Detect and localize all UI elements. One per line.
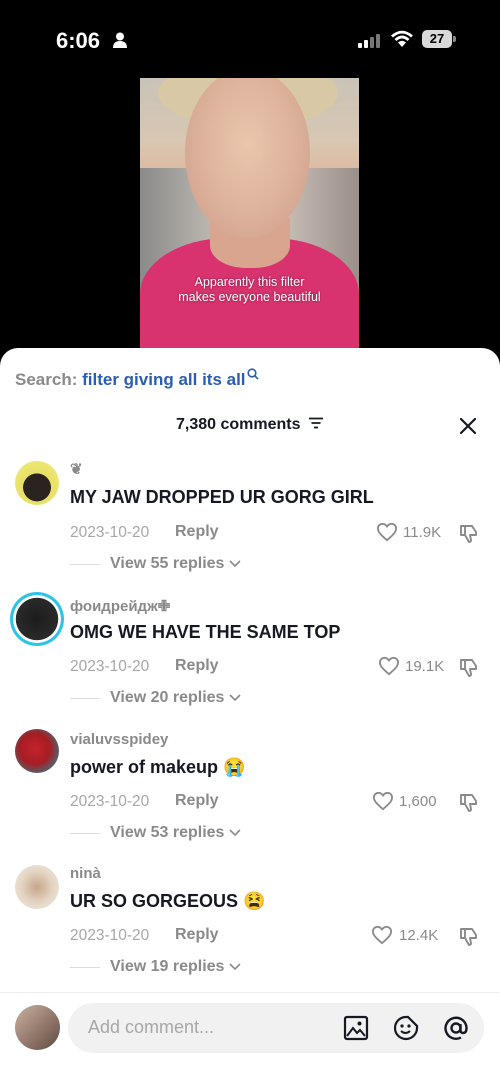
heart-icon[interactable] — [371, 925, 393, 945]
reply-button[interactable]: Reply — [175, 926, 219, 944]
view-replies-button[interactable]: View 55 replies — [110, 555, 241, 573]
view-replies-button[interactable]: View 20 replies — [110, 689, 241, 707]
comment-text: OMG WE HAVE THE SAME TOP — [70, 622, 341, 642]
wifi-icon — [391, 30, 413, 47]
battery-indicator: 27 — [422, 30, 452, 48]
like-count: 1,600 — [399, 793, 437, 810]
chevron-down-icon — [229, 829, 241, 837]
dislike-icon[interactable] — [458, 522, 480, 544]
comments-count: 7,380 comments — [176, 416, 301, 433]
replies-divider — [70, 564, 100, 565]
replies-divider — [70, 698, 100, 699]
heart-icon[interactable] — [376, 522, 398, 542]
reply-button[interactable]: Reply — [175, 523, 219, 541]
avatar[interactable] — [10, 592, 64, 646]
comment-date: 2023-10-20 — [70, 927, 150, 944]
reply-button[interactable]: Reply — [175, 792, 219, 810]
comment-username[interactable]: фоидрейдж✙ — [70, 597, 170, 615]
video-player[interactable]: Apparently this filter makes everyone be… — [140, 78, 359, 363]
comment-date: 2023-10-20 — [70, 793, 150, 810]
comments-header: 7,380 comments — [0, 416, 500, 434]
search-suggestion[interactable]: Search: filter giving all its all — [15, 368, 259, 390]
avatar[interactable] — [15, 729, 59, 773]
view-replies-button[interactable]: View 19 replies — [110, 958, 241, 976]
battery-tip — [453, 36, 456, 42]
comment-text: power of makeup 😭 — [70, 757, 246, 777]
user-avatar — [15, 1005, 60, 1050]
view-replies-label: View 20 replies — [110, 689, 225, 706]
view-replies-label: View 19 replies — [110, 958, 225, 975]
mention-icon[interactable] — [442, 1014, 470, 1042]
comment-text: MY JAW DROPPED UR GORG GIRL — [70, 487, 374, 507]
reply-button[interactable]: Reply — [175, 657, 219, 675]
dislike-icon[interactable] — [458, 791, 480, 813]
status-time: 6:06 — [56, 28, 101, 53]
person-icon — [113, 32, 127, 48]
image-icon[interactable] — [342, 1014, 370, 1042]
comments-sheet — [0, 348, 500, 1088]
view-replies-label: View 55 replies — [110, 555, 225, 572]
dislike-icon[interactable] — [458, 656, 480, 678]
video-caption: Apparently this filter makes everyone be… — [140, 275, 359, 305]
search-icon — [247, 368, 259, 380]
comment-username[interactable]: vialuvsspidey — [70, 731, 168, 748]
chevron-down-icon — [229, 694, 241, 702]
heart-icon[interactable] — [372, 791, 394, 811]
cellular-signal-icon — [358, 34, 382, 48]
search-label: Search: — [15, 370, 78, 389]
search-query-link[interactable]: filter giving all its all — [82, 370, 245, 389]
close-icon[interactable] — [458, 416, 478, 436]
caption-line-2: makes everyone beautiful — [178, 290, 321, 304]
status-bar: 6:06 27 — [0, 0, 500, 80]
comment-username[interactable]: ❦ — [70, 460, 83, 478]
replies-divider — [70, 833, 100, 834]
like-count: 19.1K — [405, 658, 445, 675]
comment-text: UR SO GORGEOUS 😫 — [70, 891, 266, 911]
replies-divider — [70, 967, 100, 968]
avatar[interactable] — [15, 865, 59, 909]
view-replies-button[interactable]: View 53 replies — [110, 824, 241, 842]
like-count: 12.4K — [399, 927, 439, 944]
comment-username[interactable]: ninà — [70, 865, 101, 882]
caption-line-1: Apparently this filter — [194, 275, 305, 289]
sort-filter-icon[interactable] — [308, 417, 324, 429]
chevron-down-icon — [229, 560, 241, 568]
comment-date: 2023-10-20 — [70, 524, 150, 541]
chevron-down-icon — [229, 963, 241, 971]
comment-date: 2023-10-20 — [70, 658, 150, 675]
emoji-sticker-icon[interactable] — [392, 1014, 420, 1042]
like-count: 11.9K — [403, 524, 442, 541]
avatar[interactable] — [15, 461, 59, 505]
view-replies-label: View 53 replies — [110, 824, 225, 841]
dislike-icon[interactable] — [458, 925, 480, 947]
heart-icon[interactable] — [378, 656, 400, 676]
comment-input-placeholder: Add comment... — [88, 1017, 215, 1037]
